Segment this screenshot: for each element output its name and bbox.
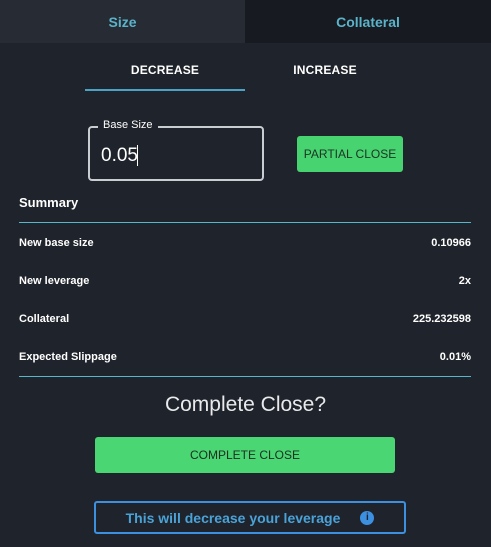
text-caret: [137, 145, 138, 166]
tab-size[interactable]: Size: [0, 0, 245, 43]
summary-row-new-leverage: New leverage 2x: [19, 275, 471, 291]
summary-row-label: New leverage: [19, 275, 90, 287]
tab-increase[interactable]: INCREASE: [245, 63, 405, 77]
summary-row-label: New base size: [19, 237, 94, 249]
top-tabs: Size Collateral: [0, 0, 491, 43]
summary-title: Summary: [19, 195, 79, 210]
summary-row-label: Collateral: [19, 313, 70, 325]
summary-row-label: Expected Slippage: [19, 351, 117, 363]
complete-close-title: Complete Close?: [164, 393, 327, 416]
info-text: This will decrease your leverage: [125, 509, 341, 526]
summary-row-value: 0.01%: [439, 351, 471, 363]
summary-row-collateral: Collateral 225.232598: [19, 313, 471, 329]
summary-divider-top: [19, 222, 471, 223]
summary-row-expected-slippage: Expected Slippage 0.01%: [19, 351, 471, 367]
tab-collateral[interactable]: Collateral: [245, 0, 491, 43]
info-icon[interactable]: i: [360, 510, 375, 525]
summary-row-value: 225.232598: [412, 313, 471, 325]
partial-close-button[interactable]: PARTIAL CLOSE: [297, 136, 403, 172]
sub-tabs: DECREASE INCREASE: [0, 43, 491, 93]
active-tab-underline: [85, 89, 245, 91]
base-size-label: Base Size: [98, 119, 158, 131]
summary-row-new-base-size: New base size 0.10966: [19, 237, 471, 253]
summary-row-value: 2x: [458, 275, 471, 287]
complete-close-button[interactable]: COMPLETE CLOSE: [95, 437, 395, 473]
base-size-field[interactable]: Base Size: [88, 119, 264, 181]
leverage-info-banner: This will decrease your leverage i: [94, 501, 406, 534]
tab-decrease[interactable]: DECREASE: [85, 63, 245, 77]
summary-divider-bottom: [19, 376, 471, 377]
base-size-input[interactable]: [101, 144, 251, 168]
summary-row-value: 0.10966: [431, 237, 471, 249]
